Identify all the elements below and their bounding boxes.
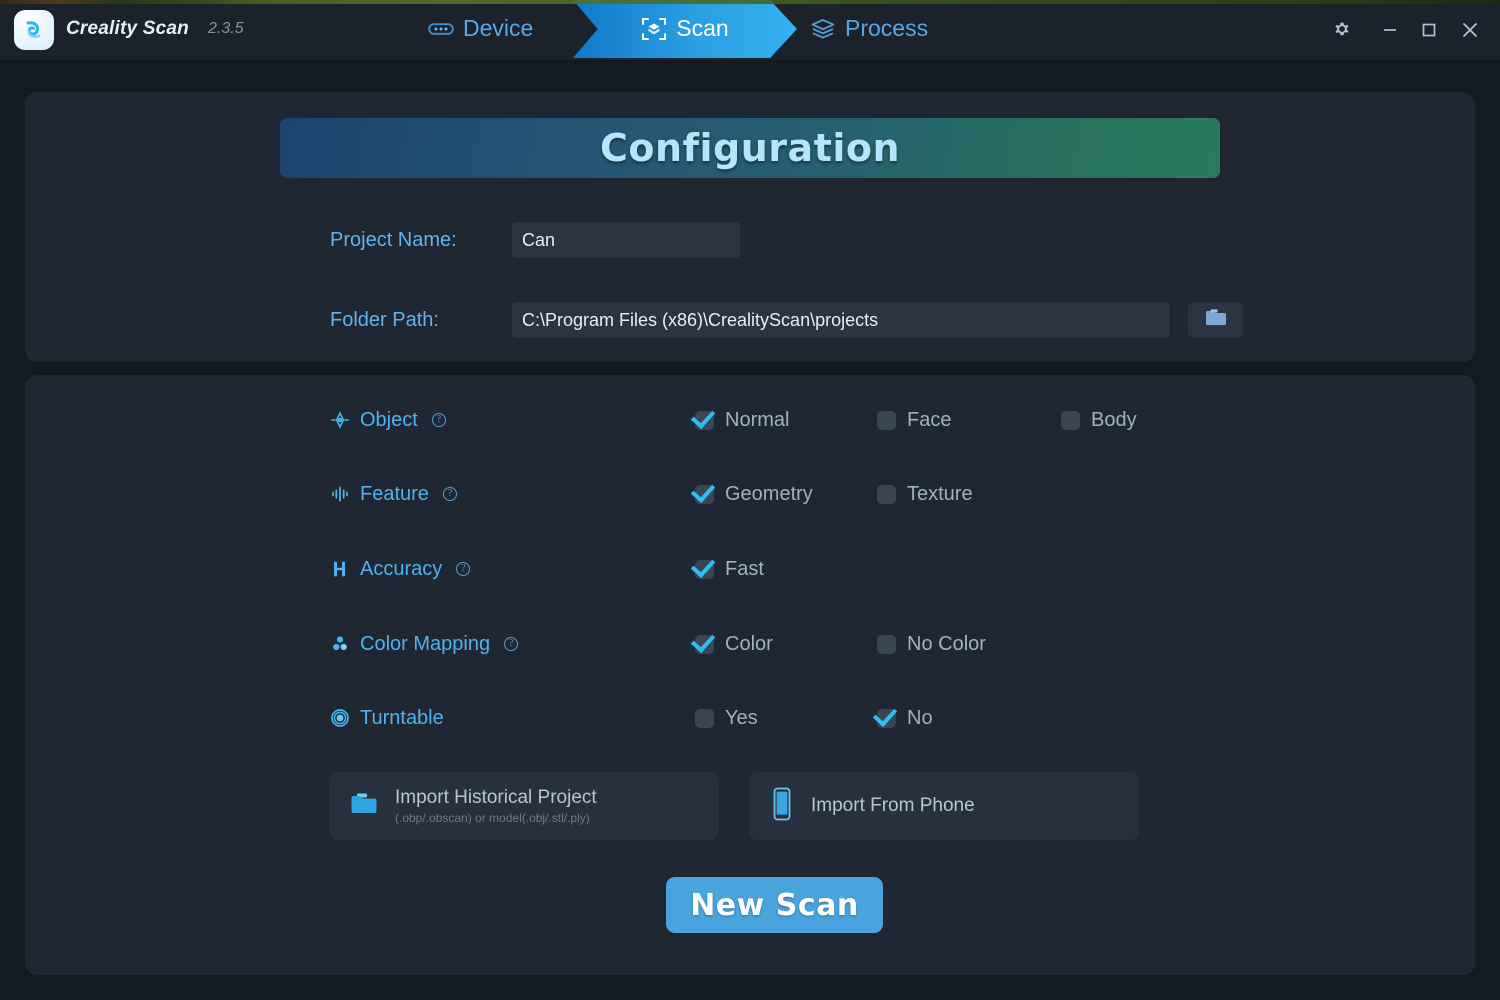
- checkbox-turntable-yes[interactable]: Yes: [695, 701, 758, 735]
- tab-process[interactable]: Process: [810, 0, 928, 58]
- option-label-turntable: Turntable: [330, 701, 444, 735]
- checkbox-indicator: [695, 559, 714, 579]
- option-title: Turntable: [360, 706, 444, 729]
- app-version: 2.3.5: [208, 20, 244, 37]
- help-icon-color-mapping[interactable]: ?: [504, 637, 519, 651]
- tab-scan[interactable]: Scan: [573, 0, 797, 58]
- window-chrome-strip: [0, 0, 1500, 4]
- tab-device[interactable]: Device: [428, 0, 533, 58]
- folder-icon: [1204, 308, 1228, 333]
- app-name: Creality Scan: [66, 18, 189, 39]
- minimize-icon[interactable]: [1376, 16, 1404, 44]
- concentric-circle-icon: [330, 708, 350, 728]
- letter-h-icon: [330, 559, 350, 579]
- checkbox-accuracy-fast[interactable]: Fast: [695, 552, 764, 586]
- help-icon-feature[interactable]: ?: [442, 487, 457, 501]
- option-title: Object: [360, 408, 418, 431]
- new-scan-button[interactable]: New Scan: [666, 877, 883, 933]
- waveform-icon: [330, 484, 350, 504]
- layers-stack-icon: [810, 18, 836, 40]
- folder-path-label: Folder Path:: [330, 309, 439, 331]
- import-historical-title: Import Historical Project: [395, 787, 597, 808]
- option-label-color-mapping: Color Mapping ?: [330, 627, 519, 661]
- checkbox-label: Face: [907, 408, 952, 431]
- tab-scan-label: Scan: [676, 14, 729, 41]
- title-bar: Creality Scan 2.3.5 Device Scan Process: [0, 0, 1500, 60]
- import-historical-subtitle: (.obp/.obscan) or model(.obj/.stl/.ply): [395, 811, 590, 825]
- import-historical-text: Import Historical Project (.obp/.obscan)…: [395, 787, 597, 825]
- checkbox-indicator: [695, 484, 714, 504]
- help-icon-object[interactable]: ?: [431, 413, 446, 427]
- folder-path-input[interactable]: [512, 302, 1170, 338]
- checkbox-label: Yes: [725, 706, 758, 729]
- checkbox-indicator: [695, 410, 714, 430]
- checkbox-label: No Color: [907, 632, 986, 655]
- import-from-phone-button[interactable]: Import From Phone: [749, 772, 1139, 840]
- checkbox-object-normal[interactable]: Normal: [695, 403, 789, 437]
- checkbox-indicator: [877, 410, 896, 430]
- option-label-feature: Feature ?: [330, 477, 457, 511]
- import-historical-project-button[interactable]: Import Historical Project (.obp/.obscan)…: [329, 772, 719, 840]
- maximize-icon[interactable]: [1415, 16, 1443, 44]
- folder-path-row: Folder Path:: [25, 300, 1475, 340]
- target-diamond-icon: [330, 410, 350, 430]
- checkbox-label: Geometry: [725, 482, 813, 505]
- checkbox-indicator: [877, 708, 896, 728]
- option-row-accuracy: Accuracy ? Fast: [25, 552, 1475, 586]
- close-icon[interactable]: [1456, 16, 1484, 44]
- gear-icon[interactable]: [1328, 16, 1356, 44]
- checkbox-label: Texture: [907, 482, 973, 505]
- new-scan-label: New Scan: [690, 887, 859, 923]
- checkbox-indicator: [695, 634, 714, 654]
- checkbox-indicator: [877, 634, 896, 654]
- color-nodes-icon: [330, 634, 350, 654]
- creality-swirl-logo-icon: [20, 16, 48, 44]
- project-name-row: Project Name:: [25, 220, 1475, 260]
- option-label-object: Object ?: [330, 403, 446, 437]
- checkbox-object-face[interactable]: Face: [877, 403, 951, 437]
- checkbox-label: Fast: [725, 557, 764, 580]
- checkbox-label: Normal: [725, 408, 790, 431]
- folder-browse-button[interactable]: [1188, 302, 1243, 338]
- checkbox-label: Body: [1091, 408, 1137, 431]
- configuration-banner: Configuration: [280, 118, 1220, 178]
- option-row-object: Object ? Normal Face Body: [25, 403, 1475, 437]
- checkbox-indicator: [695, 708, 714, 728]
- page-title: Configuration: [599, 126, 901, 170]
- checkbox-color-mapping-color[interactable]: Color: [695, 627, 773, 661]
- checkbox-indicator: [1061, 410, 1080, 430]
- checkbox-object-body[interactable]: Body: [1061, 403, 1137, 437]
- option-title: Color Mapping: [360, 632, 491, 655]
- folder-open-icon: [349, 791, 379, 822]
- import-phone-title: Import From Phone: [811, 795, 975, 816]
- checkbox-label: No: [907, 706, 933, 729]
- app-logo: [14, 10, 54, 50]
- option-title: Feature: [360, 482, 429, 505]
- tab-device-label: Device: [463, 14, 534, 41]
- configuration-panel: Configuration Project Name: Folder Path:: [25, 92, 1475, 362]
- checkbox-label: Color: [725, 632, 773, 655]
- option-row-feature: Feature ? Geometry Texture: [25, 477, 1475, 511]
- checkbox-feature-geometry[interactable]: Geometry: [695, 477, 813, 511]
- checkbox-indicator: [877, 484, 896, 504]
- phone-icon: [771, 787, 793, 826]
- checkbox-color-mapping-no-color[interactable]: No Color: [877, 627, 986, 661]
- option-label-accuracy: Accuracy ?: [330, 552, 471, 586]
- checkbox-turntable-no[interactable]: No: [877, 701, 933, 735]
- option-row-color-mapping: Color Mapping ? Color No Color: [25, 627, 1475, 661]
- option-row-turntable: Turntable Yes No: [25, 701, 1475, 735]
- project-name-label: Project Name:: [330, 229, 457, 251]
- checkbox-feature-texture[interactable]: Texture: [877, 477, 973, 511]
- device-pill-icon: [428, 21, 454, 37]
- project-name-input[interactable]: [512, 222, 740, 258]
- tab-process-label: Process: [845, 14, 929, 41]
- option-title: Accuracy: [360, 557, 443, 580]
- options-panel: Object ? Normal Face Body Feature ? Geom…: [25, 375, 1475, 975]
- scan-target-icon: [641, 16, 667, 42]
- help-icon-accuracy[interactable]: ?: [456, 562, 471, 576]
